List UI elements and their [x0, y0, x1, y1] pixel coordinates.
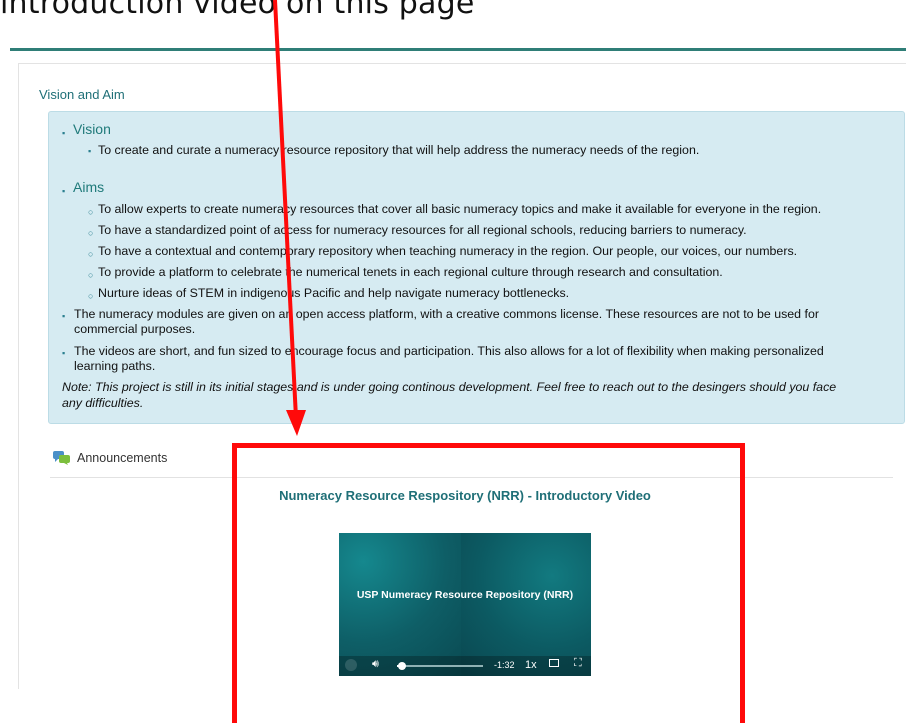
annotation-arrow-icon [273, 0, 306, 436]
